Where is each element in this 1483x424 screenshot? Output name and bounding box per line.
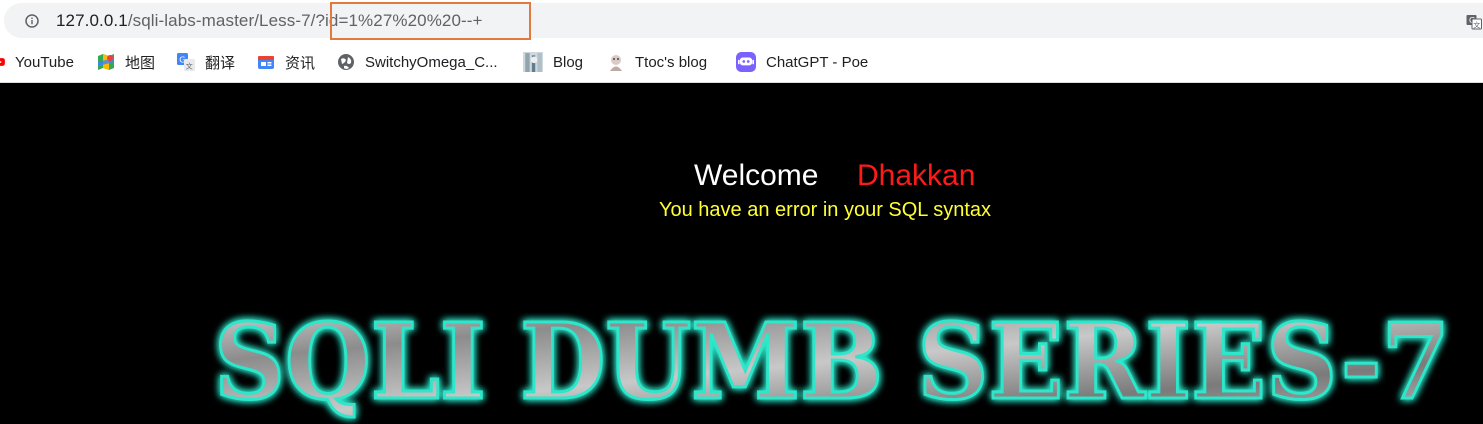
blog-avatar-icon — [523, 52, 543, 72]
maps-icon — [98, 54, 114, 70]
url-path: /sqli-labs-master/Less-7/ — [127, 11, 316, 30]
info-icon[interactable] — [25, 14, 39, 28]
bookmark-label: 地图 — [125, 54, 156, 72]
bookmark-youtube[interactable]: YouTube — [0, 51, 74, 73]
url-query: ?id=1%27%20%20--+ — [315, 11, 483, 30]
bookmark-switchyomega[interactable]: SwitchyOmega_C... — [337, 51, 498, 73]
bookmark-poe[interactable]: ChatGPT - Poe — [736, 51, 868, 73]
bookmark-label: Ttoc's blog — [635, 53, 708, 71]
url-text[interactable]: 127.0.0.1/sqli-labs-master/Less-7/?id=1%… — [56, 11, 483, 31]
bookmark-ttoc-blog[interactable]: Ttoc's blog — [607, 51, 707, 73]
bookmark-label: ChatGPT - Poe — [766, 53, 869, 71]
bookmark-label: 资讯 — [285, 54, 316, 72]
svg-text:文: 文 — [186, 62, 193, 71]
url-host: 127.0.0.1 — [56, 11, 128, 30]
omnibox[interactable]: 127.0.0.1/sqli-labs-master/Less-7/?id=1%… — [4, 3, 1483, 38]
ttoc-avatar-icon — [607, 53, 625, 71]
bookmark-news[interactable]: 资讯 — [257, 51, 315, 73]
translate-icon[interactable]: G 文 — [1466, 14, 1482, 30]
bookmark-label: 翻译 — [205, 54, 236, 72]
user-name-text: Dhakkan — [857, 159, 976, 192]
bookmark-blog[interactable]: Blog — [523, 51, 583, 73]
bookmark-label: Blog — [553, 53, 584, 71]
translate-app-icon: G 文 — [177, 53, 195, 71]
welcome-text: Welcome — [694, 159, 819, 192]
sqli-dumb-series-logo: SQLI DUMB SERIES-7 — [213, 299, 1452, 424]
sql-error-message: You have an error in your SQL syntax — [659, 199, 992, 221]
logo-text: SQLI DUMB SERIES-7 — [214, 300, 1450, 423]
globe-icon — [338, 54, 354, 70]
svg-text:文: 文 — [1473, 20, 1480, 29]
bookmark-label: SwitchyOmega_C... — [365, 53, 498, 71]
youtube-icon — [0, 58, 5, 66]
page-content: Welcome Dhakkan You have an error in you… — [0, 83, 1483, 424]
bookmark-label: YouTube — [15, 53, 74, 71]
bookmark-maps[interactable]: 地图 — [97, 51, 155, 73]
bookmark-translate[interactable]: G 文 翻译 — [177, 51, 235, 73]
bookmarks-bar: YouTube 地图 G 文 翻译 资讯 SwitchyOmega_C... B… — [0, 42, 1483, 82]
news-icon — [258, 56, 274, 69]
poe-icon — [736, 52, 756, 72]
address-bar-area: 127.0.0.1/sqli-labs-master/Less-7/?id=1%… — [0, 0, 1483, 42]
